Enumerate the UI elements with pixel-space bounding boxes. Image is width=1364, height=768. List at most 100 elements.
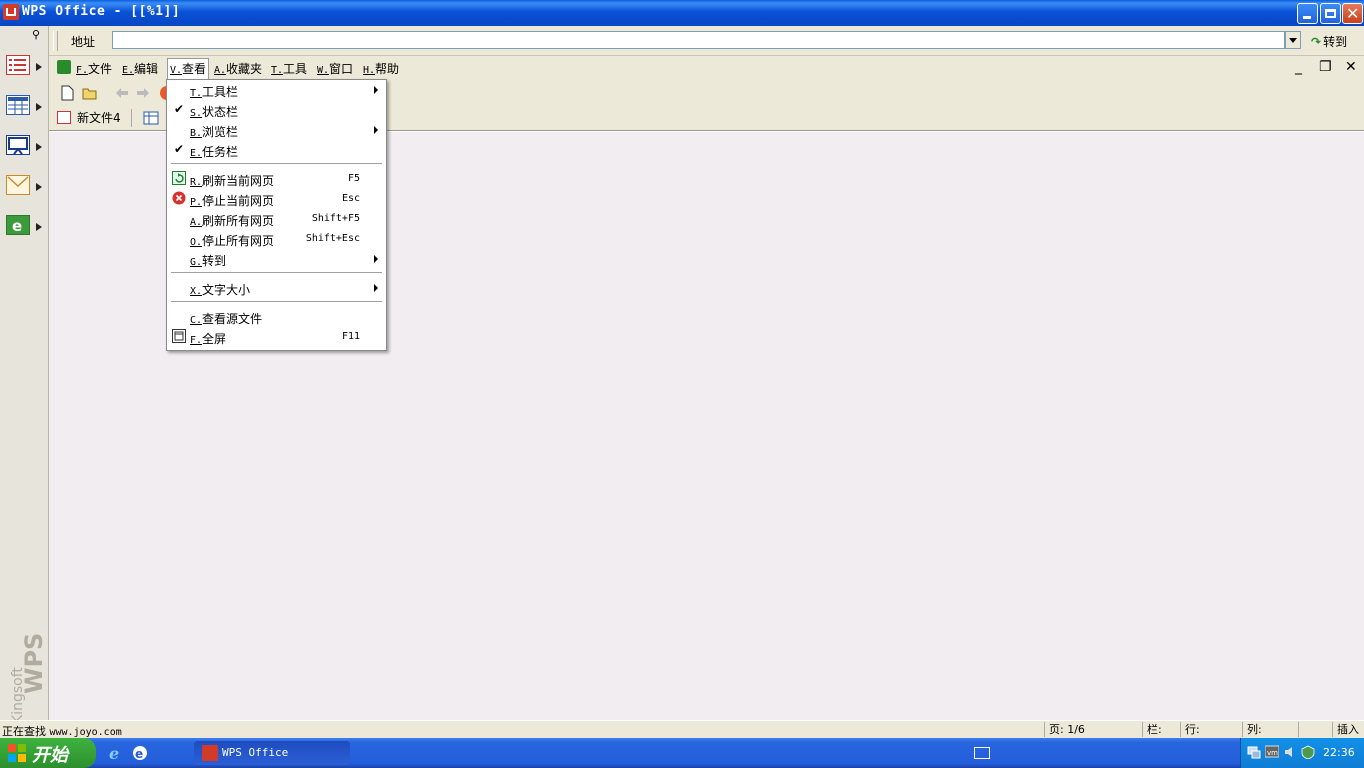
tab-new-document[interactable]: 新文件4 — [55, 109, 129, 127]
forward-arrow-icon[interactable] — [135, 85, 151, 101]
spreadsheet-tab-icon[interactable] — [143, 111, 159, 125]
mail-icon — [6, 175, 30, 195]
menu-item-fullscreen[interactable]: F.全屏 F11 — [167, 327, 386, 347]
refresh-icon — [172, 171, 186, 185]
svg-text:e: e — [109, 745, 119, 761]
goto-label: 转到 — [1323, 35, 1348, 49]
mdi-minimize-button[interactable]: _ — [1291, 59, 1311, 77]
security-icon[interactable] — [1301, 745, 1315, 759]
browser-e-icon[interactable] — [57, 60, 71, 74]
checkmark-icon: ✔ — [174, 102, 185, 116]
menu-separator — [171, 272, 382, 273]
toolbar-grip[interactable] — [53, 31, 58, 51]
menu-item-statusbar[interactable]: ✔ S.状态栏 — [167, 100, 386, 120]
presentation-arrow-icon[interactable] — [36, 143, 42, 151]
submenu-arrow-icon — [374, 255, 378, 263]
wps-logo-icon — [202, 745, 218, 761]
writer-button[interactable] — [3, 52, 35, 80]
submenu-arrow-icon — [374, 126, 378, 134]
open-folder-icon[interactable] — [82, 85, 98, 101]
menu-tools[interactable]: T.工具 — [271, 60, 307, 77]
maximize-button[interactable] — [1320, 3, 1341, 24]
browser-button[interactable]: e — [3, 212, 35, 240]
submenu-arrow-icon — [374, 284, 378, 292]
status-page: 页: 1/6 — [1044, 722, 1145, 737]
menu-item-refresh-all[interactable]: A.刷新所有网页 Shift+F5 — [167, 209, 386, 229]
start-button[interactable]: 开始 — [0, 738, 96, 768]
goto-button[interactable]: ↷ 转到 — [1307, 33, 1351, 53]
menu-favorites[interactable]: A.收藏夹 — [214, 60, 262, 77]
writer-icon — [6, 55, 30, 75]
stop-icon — [172, 191, 186, 205]
keyboard-icon[interactable] — [974, 747, 990, 759]
menu-bar: F.文件 E.编辑 V.查看 A.收藏夹 T.工具 W.窗口 H.帮助 _ ❐ … — [49, 56, 1364, 79]
taskbar-item-wps-office[interactable]: WPS Office — [194, 741, 350, 765]
svg-text:vm: vm — [1267, 749, 1278, 757]
menu-item-toolbars[interactable]: T.工具栏 — [167, 80, 386, 100]
menu-view[interactable]: V.查看 — [167, 58, 210, 79]
writer-arrow-icon[interactable] — [36, 63, 42, 71]
address-dropdown-button[interactable] — [1285, 31, 1301, 49]
svg-text:e: e — [12, 217, 22, 234]
fullscreen-icon — [172, 329, 186, 343]
status-section: 栏: — [1142, 722, 1181, 737]
internet-explorer-icon[interactable]: e — [108, 745, 124, 761]
browser-arrow-icon[interactable] — [36, 223, 42, 231]
status-message: 正在查找 www.joyo.com — [2, 725, 122, 738]
mail-button[interactable] — [3, 172, 35, 200]
close-button[interactable]: ✕ — [1342, 3, 1363, 24]
start-label: 开始 — [32, 745, 68, 766]
status-bar: 正在查找 www.joyo.com 页: 1/6 栏: 行: 列: 插入 — [0, 720, 1364, 739]
back-arrow-icon[interactable] — [114, 85, 130, 101]
spreadsheet-arrow-icon[interactable] — [36, 103, 42, 111]
minimize-button[interactable] — [1297, 3, 1318, 24]
title-bar: WPS Office - [[%1]] ✕ — [0, 0, 1364, 26]
menu-item-taskbar[interactable]: ✔ E.任务栏 — [167, 140, 386, 160]
menu-item-text-size[interactable]: X.文字大小 — [167, 278, 386, 298]
menu-edit[interactable]: E.编辑 — [122, 60, 158, 77]
volume-icon[interactable] — [1283, 745, 1297, 759]
mdi-restore-button[interactable]: ❐ — [1315, 59, 1335, 77]
writer-doc-icon — [57, 111, 71, 124]
kingsoft-wps-logo: Kingsoft WPS — [10, 633, 46, 724]
svg-text:e: e — [135, 747, 143, 761]
submenu-arrow-icon — [374, 86, 378, 94]
presentation-button[interactable] — [3, 132, 35, 160]
menu-item-view-source[interactable]: C.查看源文件 — [167, 307, 386, 327]
windows-taskbar: 开始 e e WPS Office vm 22:36 — [0, 738, 1364, 768]
menu-window[interactable]: W.窗口 — [317, 60, 353, 77]
new-document-icon[interactable] — [59, 85, 75, 101]
checkmark-icon: ✔ — [174, 142, 185, 156]
spreadsheet-button[interactable] — [3, 92, 35, 120]
status-insert-mode: 插入 — [1332, 722, 1364, 737]
browser-quicklaunch-icon[interactable]: e — [132, 745, 148, 761]
status-empty-cell — [1298, 722, 1329, 737]
presentation-icon — [6, 135, 30, 155]
system-tray: vm 22:36 — [1240, 738, 1364, 768]
spreadsheet-icon — [6, 95, 30, 115]
mail-arrow-icon[interactable] — [36, 183, 42, 191]
windows-flag-icon — [8, 744, 26, 762]
mdi-close-button[interactable]: ✕ — [1341, 59, 1361, 77]
svg-text:WPS: WPS — [20, 633, 46, 694]
menu-item-stop-current[interactable]: P.停止当前网页 Esc — [167, 189, 386, 209]
network-icon[interactable] — [1247, 745, 1261, 759]
address-input[interactable] — [112, 31, 1285, 49]
tab-label: 新文件4 — [77, 111, 121, 125]
menu-file[interactable]: F.文件 — [76, 60, 112, 77]
menu-separator — [171, 163, 382, 164]
menu-item-refresh-current[interactable]: R.刷新当前网页 F5 — [167, 169, 386, 189]
pin-icon[interactable]: ⚲ — [32, 28, 40, 41]
menu-help[interactable]: H.帮助 — [363, 60, 399, 77]
window-title: WPS Office - [[%1]] — [22, 4, 181, 19]
taskbar-item-label: WPS Office — [222, 746, 289, 759]
tab-divider — [131, 109, 132, 127]
view-menu-dropdown: T.工具栏 ✔ S.状态栏 B.浏览栏 ✔ E.任务栏 R.刷新当前网页 F5 … — [166, 79, 387, 351]
vm-tools-icon[interactable]: vm — [1265, 745, 1279, 759]
menu-item-stop-all[interactable]: O.停止所有网页 Shift+Esc — [167, 229, 386, 249]
menu-separator — [171, 301, 382, 302]
menu-item-explorer-bar[interactable]: B.浏览栏 — [167, 120, 386, 140]
wps-logo-icon[interactable] — [3, 4, 19, 20]
goto-arrow-icon: ↷ — [1311, 35, 1322, 49]
menu-item-goto[interactable]: G.转到 — [167, 249, 386, 269]
